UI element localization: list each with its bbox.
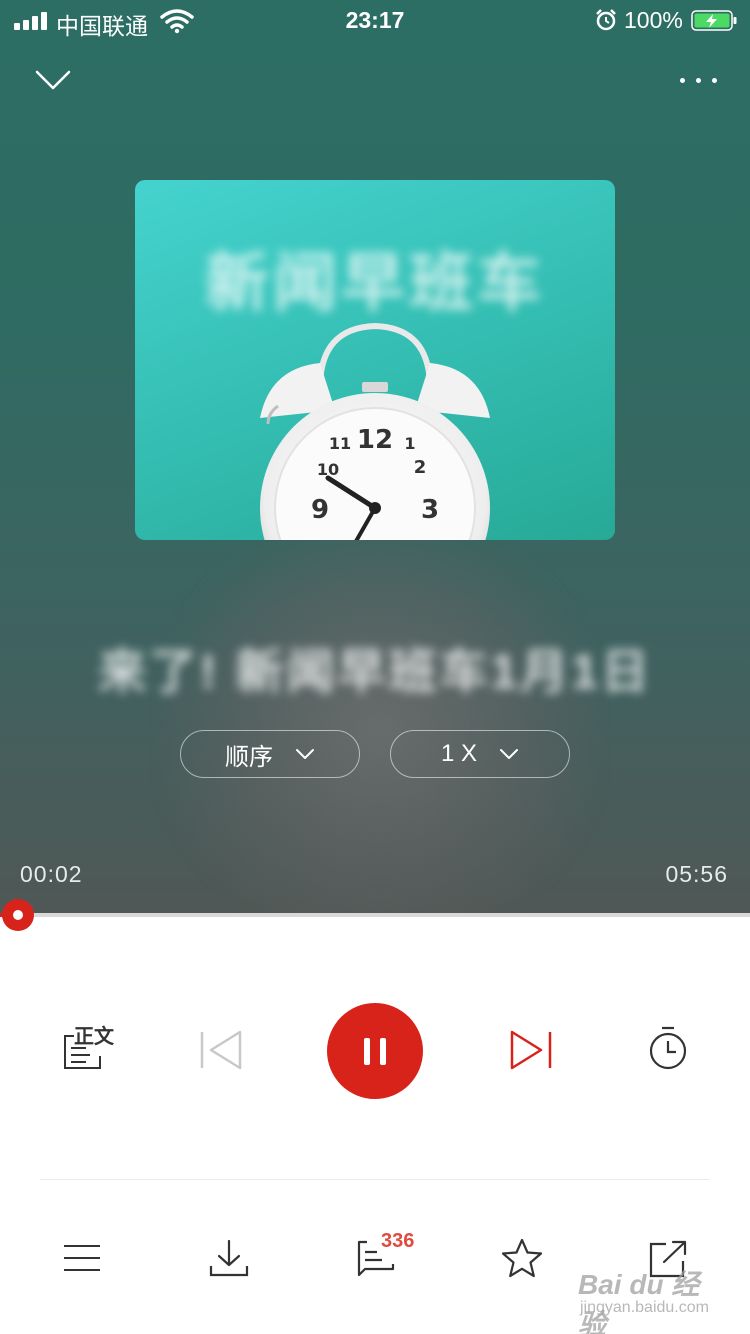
text-article-button[interactable]: 正文 <box>60 1020 120 1072</box>
svg-text:3: 3 <box>421 495 439 525</box>
collapse-chevron-icon[interactable] <box>34 66 72 94</box>
sleep-timer-icon[interactable] <box>648 1025 688 1071</box>
alarm-clock-illustration: 12 3 9 2 1 11 10 <box>260 322 490 540</box>
playback-speed-label: 1 X <box>440 740 478 767</box>
document-icon <box>64 1035 101 1069</box>
baidu-jingyan-watermark: Bai du 经验 jingyan.baidu.com <box>578 1263 718 1334</box>
cover-title: 新闻早班车 <box>205 247 545 319</box>
cover-art: 新闻早班车 12 3 9 2 1 11 10 <box>135 180 615 540</box>
chevron-down-icon <box>500 749 519 759</box>
svg-text:11: 11 <box>329 434 351 453</box>
next-track-icon[interactable] <box>508 1030 554 1070</box>
battery-percent: 100% <box>624 7 683 33</box>
status-bar: 中国联通 23:17 100% <box>0 0 750 40</box>
battery-icon <box>691 10 737 31</box>
player-background: 中国联通 23:17 100% 新闻早班车 12 3 9 2 1 11 10 来… <box>0 0 750 916</box>
current-time: 00:02 <box>20 861 83 887</box>
watermark-url: jingyan.baidu.com <box>580 1299 709 1316</box>
favorite-star-icon[interactable] <box>500 1237 544 1279</box>
playback-speed-select[interactable]: 1 X <box>390 730 570 778</box>
pause-button[interactable] <box>327 1003 423 1099</box>
play-order-select[interactable]: 顺序 <box>180 730 360 778</box>
svg-text:9: 9 <box>311 495 329 525</box>
episode-title: 来了! 新闻早班车1月1日 <box>98 646 652 699</box>
playlist-icon[interactable] <box>62 1243 102 1273</box>
alarm-icon <box>596 9 616 31</box>
pause-icon <box>364 1038 370 1065</box>
progress-track[interactable] <box>0 913 750 917</box>
progress-knob[interactable] <box>2 899 34 931</box>
download-icon[interactable] <box>208 1238 250 1278</box>
divider <box>40 1179 710 1180</box>
more-icon[interactable] <box>676 76 720 86</box>
background-glow <box>160 520 600 916</box>
total-time: 05:56 <box>665 861 728 887</box>
svg-text:2: 2 <box>414 457 427 478</box>
comment-count-badge: 336 <box>381 1230 415 1252</box>
play-order-label: 顺序 <box>225 743 273 771</box>
previous-track-icon[interactable] <box>198 1030 244 1070</box>
svg-text:1: 1 <box>404 434 415 453</box>
svg-text:12: 12 <box>357 425 393 455</box>
chevron-down-icon <box>296 749 314 759</box>
